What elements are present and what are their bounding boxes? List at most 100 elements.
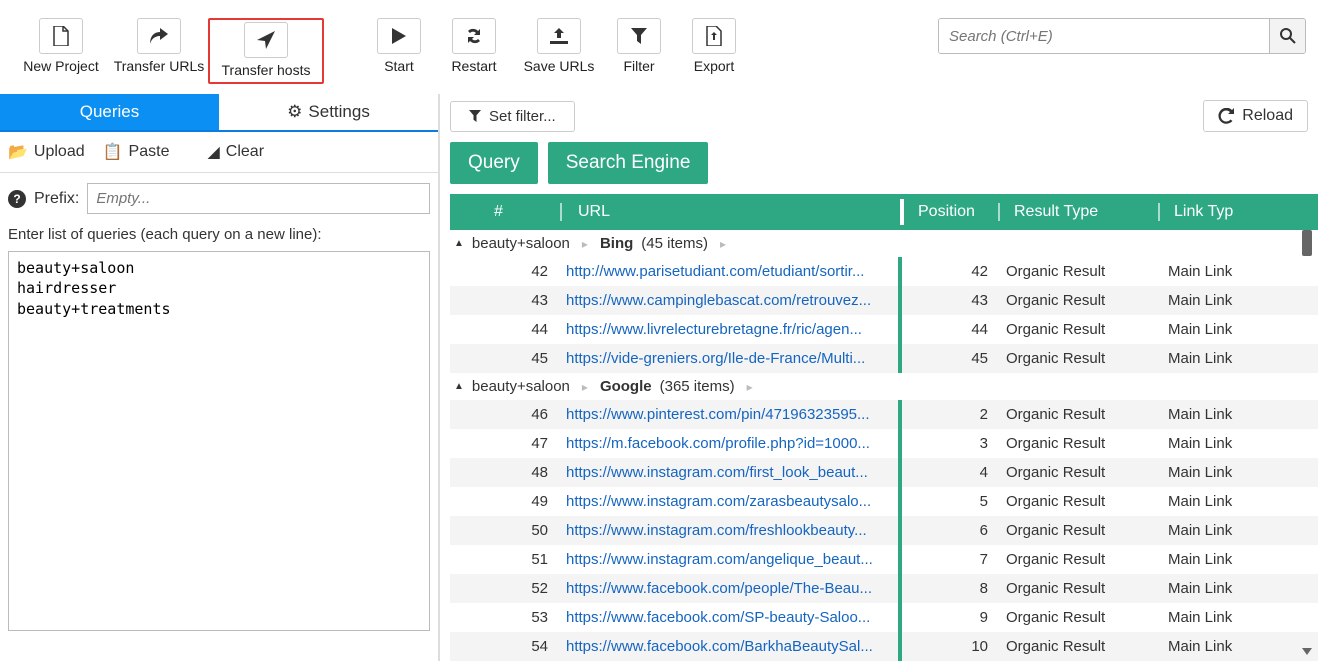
table-row[interactable]: 54https://www.facebook.com/BarkhaBeautyS…: [450, 632, 1318, 661]
row-url-link[interactable]: https://www.facebook.com/people/The-Beau…: [560, 580, 898, 597]
vertical-scrollbar[interactable]: [1302, 230, 1312, 655]
row-position: 43: [902, 292, 998, 309]
col-position[interactable]: Position: [902, 203, 998, 221]
new-project-button[interactable]: New Project: [12, 18, 110, 74]
filter-button[interactable]: Filter: [604, 18, 674, 74]
eraser-icon: ◢: [207, 142, 219, 162]
row-result-type: Organic Result: [998, 580, 1158, 597]
row-url-link[interactable]: https://www.instagram.com/angelique_beau…: [560, 551, 898, 568]
group-engine: Bing: [600, 235, 633, 252]
col-url[interactable]: URL: [560, 203, 902, 221]
row-result-type: Organic Result: [998, 493, 1158, 510]
row-url-link[interactable]: https://m.facebook.com/profile.php?id=10…: [560, 435, 898, 452]
tab-settings-label: Settings: [308, 102, 369, 121]
search-button[interactable]: [1269, 19, 1305, 53]
save-urls-button[interactable]: Save URLs: [514, 18, 604, 74]
start-label: Start: [384, 58, 414, 74]
group-row[interactable]: ▲beauty+saloon▸Bing (45 items)▸: [440, 230, 1318, 257]
table-row[interactable]: 48https://www.instagram.com/first_look_b…: [450, 458, 1318, 487]
row-position: 3: [902, 435, 998, 452]
table-row[interactable]: 47https://m.facebook.com/profile.php?id=…: [450, 429, 1318, 458]
file-icon: [39, 18, 83, 54]
row-url-link[interactable]: https://www.instagram.com/freshlookbeaut…: [560, 522, 898, 539]
filter-icon: [617, 18, 661, 54]
table-row[interactable]: 51https://www.instagram.com/angelique_be…: [450, 545, 1318, 574]
folder-open-icon: 📂: [8, 142, 28, 162]
play-icon: [377, 18, 421, 54]
reload-label: Reload: [1242, 107, 1293, 125]
row-url-link[interactable]: https://vide-greniers.org/Ile-de-France/…: [560, 350, 898, 367]
group-engine: Google: [600, 378, 652, 395]
row-result-type: Organic Result: [998, 435, 1158, 452]
left-panel: Queries ⚙Settings 📂Upload 📋Paste ◢Clear …: [0, 94, 440, 661]
scroll-down-arrow-icon[interactable]: [1302, 648, 1312, 655]
help-icon[interactable]: ?: [8, 190, 26, 208]
row-result-type: Organic Result: [998, 638, 1158, 655]
col-result-type[interactable]: Result Type: [998, 203, 1158, 221]
tab-settings[interactable]: ⚙ Settings: [219, 94, 438, 130]
clear-label: Clear: [226, 143, 264, 161]
row-number: 45: [450, 350, 560, 367]
row-url-link[interactable]: http://www.parisetudiant.com/etudiant/so…: [560, 263, 898, 280]
table-row[interactable]: 44https://www.livrelecturebretagne.fr/ri…: [450, 315, 1318, 344]
row-number: 43: [450, 292, 560, 309]
row-url-link[interactable]: https://www.pinterest.com/pin/4719632359…: [560, 406, 898, 423]
table-row[interactable]: 53https://www.facebook.com/SP-beauty-Sal…: [450, 603, 1318, 632]
group-row[interactable]: ▲beauty+saloon▸Google (365 items)▸: [440, 373, 1318, 400]
results-body: ▲beauty+saloon▸Bing (45 items)▸42http://…: [440, 230, 1318, 661]
row-url-link[interactable]: https://www.campinglebascat.com/retrouve…: [560, 292, 898, 309]
row-url-link[interactable]: https://www.instagram.com/zarasbeautysal…: [560, 493, 898, 510]
transfer-urls-button[interactable]: Transfer URLs: [110, 18, 208, 74]
col-link-type[interactable]: Link Typ: [1158, 203, 1318, 221]
row-url-link[interactable]: https://www.instagram.com/first_look_bea…: [560, 464, 898, 481]
transfer-hosts-button[interactable]: Transfer hosts: [208, 18, 324, 84]
restart-button[interactable]: Restart: [434, 18, 514, 74]
search-input[interactable]: [939, 19, 1269, 53]
queries-textarea[interactable]: [8, 251, 430, 631]
chevron-right-icon: ▸: [582, 237, 588, 251]
set-filter-label: Set filter...: [489, 108, 556, 125]
reload-button[interactable]: Reload: [1203, 100, 1308, 132]
start-button[interactable]: Start: [364, 18, 434, 74]
row-link-type: Main Link: [1158, 406, 1318, 423]
upload-button[interactable]: 📂Upload: [8, 142, 85, 162]
export-label: Export: [694, 58, 734, 74]
share-icon: [137, 18, 181, 54]
table-row[interactable]: 43https://www.campinglebascat.com/retrou…: [450, 286, 1318, 315]
tab-queries[interactable]: Queries: [0, 94, 219, 130]
row-result-type: Organic Result: [998, 406, 1158, 423]
row-url-link[interactable]: https://www.facebook.com/BarkhaBeautySal…: [560, 638, 898, 655]
table-row[interactable]: 46https://www.pinterest.com/pin/47196323…: [450, 400, 1318, 429]
row-url-link[interactable]: https://www.livrelecturebretagne.fr/ric/…: [560, 321, 898, 338]
row-position: 2: [902, 406, 998, 423]
export-button[interactable]: Export: [674, 18, 754, 74]
row-link-type: Main Link: [1158, 292, 1318, 309]
set-filter-button[interactable]: Set filter...: [450, 101, 575, 132]
badge-query[interactable]: Query: [450, 142, 538, 184]
col-number[interactable]: #: [450, 203, 560, 221]
tabs: Queries ⚙ Settings: [0, 94, 438, 132]
table-row[interactable]: 42http://www.parisetudiant.com/etudiant/…: [450, 257, 1318, 286]
row-number: 52: [450, 580, 560, 597]
table-row[interactable]: 49https://www.instagram.com/zarasbeautys…: [450, 487, 1318, 516]
chevron-right-icon: ▸: [582, 380, 588, 394]
badge-search-engine[interactable]: Search Engine: [548, 142, 709, 184]
gear-icon: ⚙: [287, 102, 302, 121]
clear-button[interactable]: ◢ Clear: [207, 142, 264, 162]
row-link-type: Main Link: [1158, 638, 1318, 655]
results-header: # URL Position Result Type Link Typ: [450, 194, 1318, 230]
row-url-link[interactable]: https://www.facebook.com/SP-beauty-Saloo…: [560, 609, 898, 626]
paste-button[interactable]: 📋Paste: [103, 142, 170, 162]
row-result-type: Organic Result: [998, 292, 1158, 309]
row-position: 44: [902, 321, 998, 338]
column-resize-handle[interactable]: [900, 199, 904, 225]
table-row[interactable]: 50https://www.instagram.com/freshlookbea…: [450, 516, 1318, 545]
collapse-icon[interactable]: ▲: [454, 238, 464, 249]
row-number: 46: [450, 406, 560, 423]
collapse-icon[interactable]: ▲: [454, 381, 464, 392]
table-row[interactable]: 45https://vide-greniers.org/Ile-de-Franc…: [450, 344, 1318, 373]
table-row[interactable]: 52https://www.facebook.com/people/The-Be…: [450, 574, 1318, 603]
prefix-input[interactable]: [87, 183, 430, 214]
group-count: (45 items): [641, 235, 708, 252]
scroll-thumb[interactable]: [1302, 230, 1312, 256]
